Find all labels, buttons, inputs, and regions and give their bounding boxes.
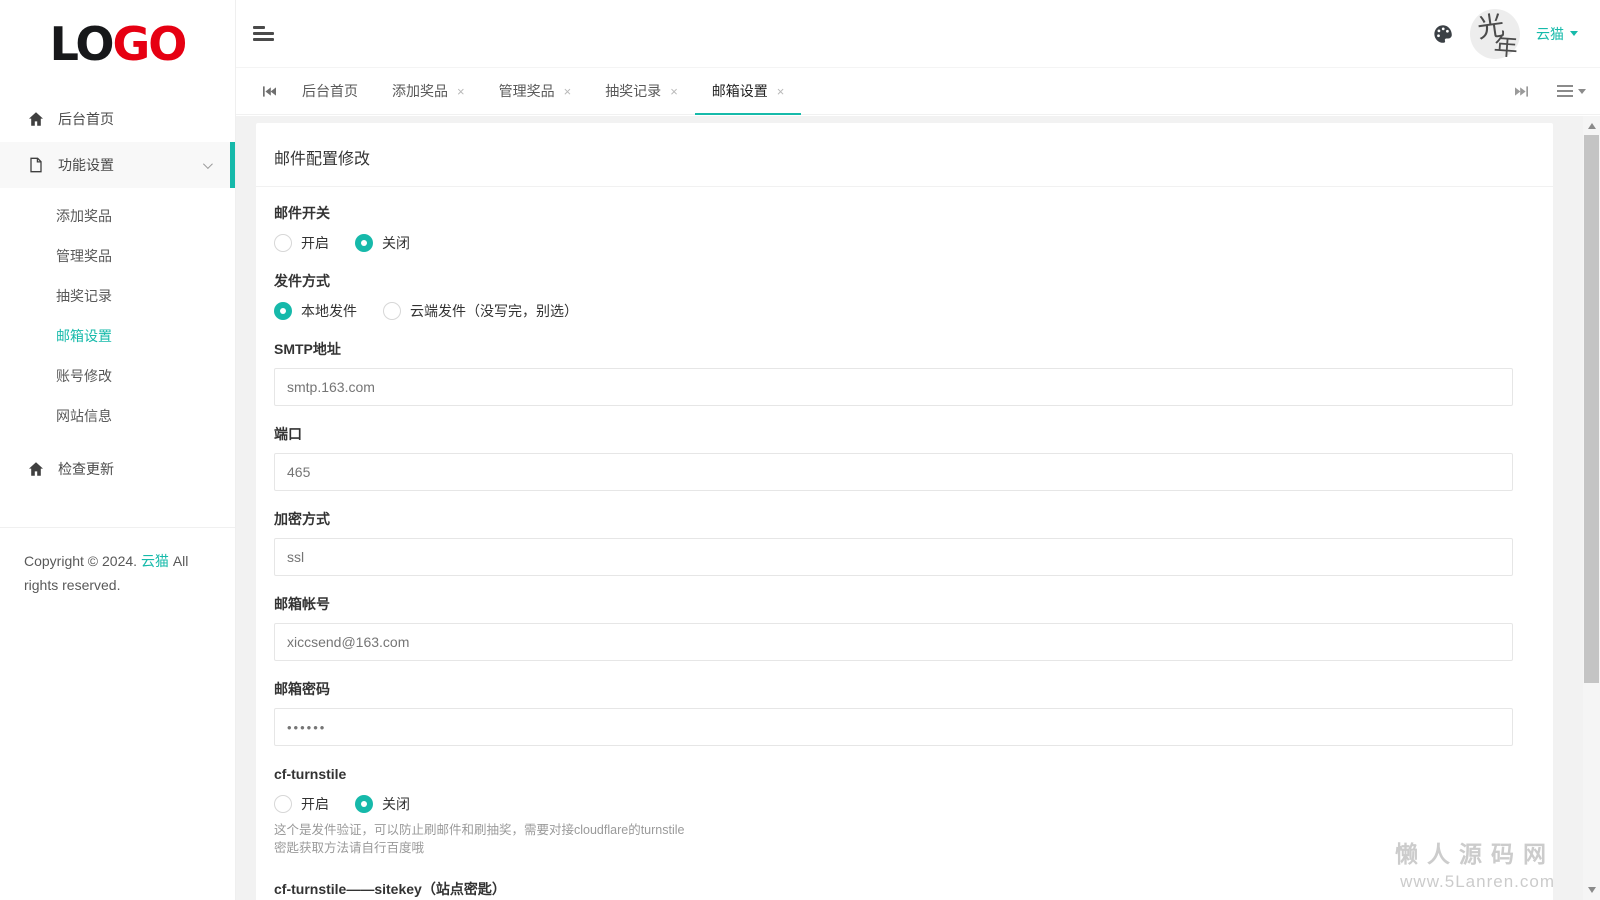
username: 云猫 — [1536, 25, 1564, 42]
turnstile-radio-group: 开启 关闭 — [274, 794, 1513, 814]
sidebar-item-account-edit[interactable]: 账号修改 — [0, 356, 235, 396]
collapse-sidebar-icon[interactable] — [253, 23, 275, 44]
radio-circle-icon — [355, 795, 373, 813]
sidebar-item-add-prize[interactable]: 添加奖品 — [0, 196, 235, 236]
radio-circle-icon — [274, 234, 292, 252]
sidebar-item-label: 功能设置 — [58, 157, 114, 173]
mail-config-card: 邮件配置修改 邮件开关 开启 关闭 发件方式 本地发件 云端发件（没写完，别选）… — [256, 123, 1553, 900]
radio-turnstile-on[interactable]: 开启 — [274, 794, 329, 814]
radio-local-send[interactable]: 本地发件 — [274, 301, 357, 321]
mail-switch-radio-group: 开启 关闭 — [274, 233, 1513, 253]
main-area: 光 年 云猫 后台首页 添加奖品 × 管理奖品 × 抽奖记录 × 邮箱设置 × … — [236, 0, 1600, 900]
radio-mail-on[interactable]: 开启 — [274, 233, 329, 253]
card-title: 邮件配置修改 — [256, 123, 1553, 187]
radio-circle-icon — [274, 795, 292, 813]
avatar-character-2: 年 — [1492, 31, 1519, 62]
sidebar-item-settings-group[interactable]: 功能设置 — [0, 142, 235, 188]
sidebar-item-manage-prize[interactable]: 管理奖品 — [0, 236, 235, 276]
radio-turnstile-off[interactable]: 关闭 — [355, 794, 410, 814]
sidebar: LO GO 后台首页 功能设置 添加奖品 管理奖品 抽奖记录 邮箱设置 账号修改 … — [0, 0, 236, 900]
turnstile-help-line1: 这个是发件验证，可以防止刷邮件和刷抽奖，需要对接cloudflare的turns… — [274, 823, 685, 837]
sidebar-nav: 后台首页 功能设置 添加奖品 管理奖品 抽奖记录 邮箱设置 账号修改 网站信息 … — [0, 88, 235, 492]
content-area: 邮件配置修改 邮件开关 开启 关闭 发件方式 本地发件 云端发件（没写完，别选）… — [236, 116, 1583, 900]
open-tabs: 后台首页 添加奖品 × 管理奖品 × 抽奖记录 × 邮箱设置 × — [285, 68, 802, 115]
avatar[interactable]: 光 年 — [1470, 8, 1520, 61]
radio-circle-icon — [383, 302, 401, 320]
user-menu[interactable]: 云猫 — [1536, 24, 1578, 44]
radio-cloud-send[interactable]: 云端发件（没写完，别选） — [383, 301, 578, 321]
sidebar-submenu: 添加奖品 管理奖品 抽奖记录 邮箱设置 账号修改 网站信息 — [0, 188, 235, 436]
tab-add-prize[interactable]: 添加奖品 × — [375, 68, 482, 114]
field-label-mail-switch: 邮件开关 — [274, 205, 330, 221]
sidebar-item-label: 后台首页 — [58, 111, 114, 127]
scrollbar-down-arrow[interactable] — [1583, 882, 1600, 898]
radio-circle-icon — [355, 234, 373, 252]
scroll-tabs-left-icon[interactable] — [254, 68, 285, 114]
sidebar-item-check-update[interactable]: 检查更新 — [0, 446, 235, 492]
copyright-prefix: Copyright © 2024. — [24, 553, 138, 569]
sidebar-item-draw-records[interactable]: 抽奖记录 — [0, 276, 235, 316]
close-icon[interactable]: × — [564, 85, 572, 98]
field-label-sitekey: cf-turnstile——sitekey（站点密匙） — [274, 881, 506, 897]
logo-text-red: GO — [112, 17, 187, 71]
scroll-tabs-right-icon[interactable] — [1506, 85, 1537, 98]
scrollbar-thumb[interactable] — [1584, 135, 1599, 683]
field-label-turnstile: cf-turnstile — [274, 766, 347, 782]
tab-label: 邮箱设置 — [711, 83, 768, 99]
tab-manage-prize[interactable]: 管理奖品 × — [482, 68, 589, 114]
sidebar-copyright: Copyright © 2024. 云猫 All rights reserved… — [0, 527, 235, 597]
field-label-encrypt: 加密方式 — [274, 511, 330, 527]
port-input[interactable] — [274, 453, 1513, 491]
tab-dashboard[interactable]: 后台首页 — [285, 68, 375, 114]
chevron-down-icon — [202, 158, 213, 169]
tab-label: 后台首页 — [302, 83, 358, 99]
tab-label: 抽奖记录 — [605, 83, 662, 99]
turnstile-help-line2: 密匙获取方法请自行百度哦 — [274, 841, 425, 855]
list-icon — [1557, 82, 1573, 100]
tab-label: 添加奖品 — [392, 83, 448, 99]
close-icon[interactable]: × — [777, 85, 785, 98]
chevron-down-icon — [1578, 88, 1586, 94]
close-icon[interactable]: × — [457, 85, 465, 98]
app-logo: LO GO — [0, 0, 235, 88]
sidebar-item-label: 检查更新 — [58, 461, 114, 477]
copyright-brand-link[interactable]: 云猫 — [141, 553, 169, 569]
close-icon[interactable]: × — [670, 85, 678, 98]
field-label-password: 邮箱密码 — [274, 681, 330, 697]
tab-options-menu[interactable] — [1557, 82, 1586, 100]
file-icon — [28, 157, 44, 173]
home-icon — [28, 111, 44, 127]
field-label-port: 端口 — [274, 426, 302, 442]
theme-palette-icon[interactable] — [1432, 23, 1454, 45]
chevron-down-icon — [1570, 31, 1578, 36]
tab-draw-records[interactable]: 抽奖记录 × — [588, 68, 695, 114]
tab-bar: 后台首页 添加奖品 × 管理奖品 × 抽奖记录 × 邮箱设置 × — [236, 67, 1600, 115]
home-icon — [28, 461, 44, 477]
sidebar-item-mail-settings[interactable]: 邮箱设置 — [0, 316, 235, 356]
scrollbar[interactable] — [1583, 116, 1600, 900]
sidebar-item-dashboard[interactable]: 后台首页 — [0, 96, 235, 142]
email-account-input[interactable] — [274, 623, 1513, 661]
mail-config-form: 邮件开关 开启 关闭 发件方式 本地发件 云端发件（没写完，别选） SMTP地址… — [256, 187, 1553, 900]
field-label-smtp: SMTP地址 — [274, 341, 341, 357]
tab-mail-settings[interactable]: 邮箱设置 × — [694, 68, 802, 115]
top-header: 光 年 云猫 — [236, 0, 1600, 67]
send-method-radio-group: 本地发件 云端发件（没写完，别选） — [274, 301, 1513, 321]
scrollbar-up-arrow[interactable] — [1583, 118, 1600, 134]
smtp-address-input[interactable] — [274, 368, 1513, 406]
field-label-account: 邮箱帐号 — [274, 596, 330, 612]
sidebar-item-site-info[interactable]: 网站信息 — [0, 396, 235, 436]
radio-circle-icon — [274, 302, 292, 320]
logo-text-black: LO — [49, 17, 115, 71]
email-password-input[interactable] — [274, 708, 1513, 746]
encryption-input[interactable] — [274, 538, 1513, 576]
tab-label: 管理奖品 — [498, 83, 555, 99]
radio-mail-off[interactable]: 关闭 — [355, 233, 410, 253]
field-label-send-method: 发件方式 — [274, 273, 330, 289]
